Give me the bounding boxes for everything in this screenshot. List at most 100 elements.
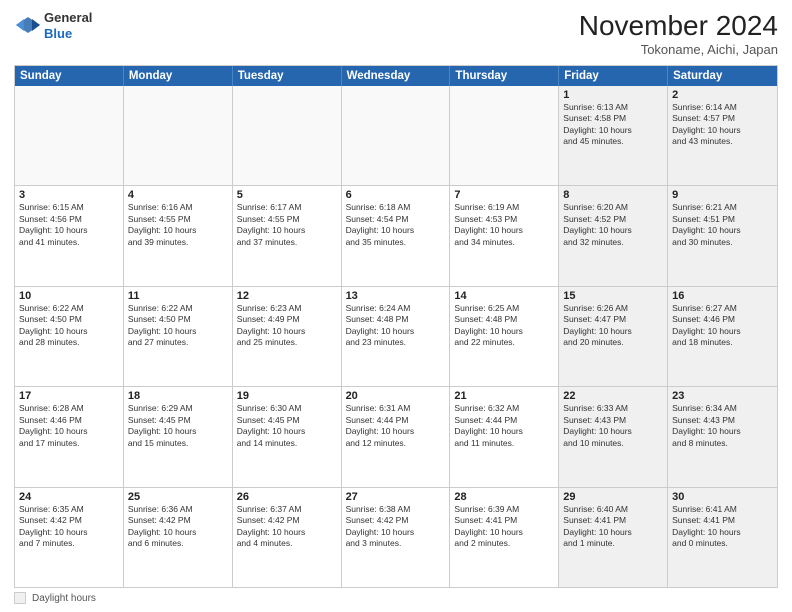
cell-info: Sunrise: 6:37 AM Sunset: 4:42 PM Dayligh… [237,504,337,550]
calendar-body: 1Sunrise: 6:13 AM Sunset: 4:58 PM Daylig… [15,86,777,587]
cal-cell: 8Sunrise: 6:20 AM Sunset: 4:52 PM Daylig… [559,186,668,285]
day-number: 11 [128,290,228,302]
cal-cell: 11Sunrise: 6:22 AM Sunset: 4:50 PM Dayli… [124,287,233,386]
cell-info: Sunrise: 6:38 AM Sunset: 4:42 PM Dayligh… [346,504,446,550]
legend-label: Daylight hours [32,593,96,604]
location: Tokoname, Aichi, Japan [579,42,778,57]
day-number: 5 [237,189,337,201]
cal-cell [124,86,233,185]
day-number: 9 [672,189,773,201]
cell-info: Sunrise: 6:28 AM Sunset: 4:46 PM Dayligh… [19,403,119,449]
week-row-4: 17Sunrise: 6:28 AM Sunset: 4:46 PM Dayli… [15,387,777,487]
day-of-week-tuesday: Tuesday [233,66,342,86]
day-of-week-monday: Monday [124,66,233,86]
cal-cell [450,86,559,185]
cell-info: Sunrise: 6:26 AM Sunset: 4:47 PM Dayligh… [563,303,663,349]
day-number: 25 [128,491,228,503]
day-number: 13 [346,290,446,302]
cal-cell: 29Sunrise: 6:40 AM Sunset: 4:41 PM Dayli… [559,488,668,587]
cell-info: Sunrise: 6:40 AM Sunset: 4:41 PM Dayligh… [563,504,663,550]
cell-info: Sunrise: 6:31 AM Sunset: 4:44 PM Dayligh… [346,403,446,449]
day-number: 28 [454,491,554,503]
day-number: 1 [563,89,663,101]
cal-cell: 16Sunrise: 6:27 AM Sunset: 4:46 PM Dayli… [668,287,777,386]
cell-info: Sunrise: 6:16 AM Sunset: 4:55 PM Dayligh… [128,202,228,248]
day-number: 27 [346,491,446,503]
cal-cell: 14Sunrise: 6:25 AM Sunset: 4:48 PM Dayli… [450,287,559,386]
cal-cell: 9Sunrise: 6:21 AM Sunset: 4:51 PM Daylig… [668,186,777,285]
cal-cell: 26Sunrise: 6:37 AM Sunset: 4:42 PM Dayli… [233,488,342,587]
cal-cell: 18Sunrise: 6:29 AM Sunset: 4:45 PM Dayli… [124,387,233,486]
day-number: 20 [346,390,446,402]
day-number: 29 [563,491,663,503]
cal-cell: 20Sunrise: 6:31 AM Sunset: 4:44 PM Dayli… [342,387,451,486]
page-container: General Blue November 2024 Tokoname, Aic… [0,0,792,612]
day-number: 16 [672,290,773,302]
logo-general: General [44,10,92,26]
cal-cell: 15Sunrise: 6:26 AM Sunset: 4:47 PM Dayli… [559,287,668,386]
cal-cell: 22Sunrise: 6:33 AM Sunset: 4:43 PM Dayli… [559,387,668,486]
week-row-3: 10 Sunrise: 6:22 AM Sunset: 4:50 PM Dayli… [15,287,777,387]
cal-cell: 3Sunrise: 6:15 AM Sunset: 4:56 PM Daylig… [15,186,124,285]
cal-cell: 6Sunrise: 6:18 AM Sunset: 4:54 PM Daylig… [342,186,451,285]
day-of-week-friday: Friday [559,66,668,86]
cell-info: Sunrise: 6:21 AM Sunset: 4:51 PM Dayligh… [672,202,773,248]
title-area: November 2024 Tokoname, Aichi, Japan [579,10,778,57]
day-number: 26 [237,491,337,503]
cal-cell: 17Sunrise: 6:28 AM Sunset: 4:46 PM Dayli… [15,387,124,486]
cell-info: Sunrise: 6:15 AM Sunset: 4:56 PM Dayligh… [19,202,119,248]
day-number: 8 [563,189,663,201]
cal-cell: 7Sunrise: 6:19 AM Sunset: 4:53 PM Daylig… [450,186,559,285]
day-number: 30 [672,491,773,503]
cell-info: Sunrise: 6:25 AM Sunset: 4:48 PM Dayligh… [454,303,554,349]
cal-cell: 23Sunrise: 6:34 AM Sunset: 4:43 PM Dayli… [668,387,777,486]
cal-cell: 25Sunrise: 6:36 AM Sunset: 4:42 PM Dayli… [124,488,233,587]
day-number: 21 [454,390,554,402]
cell-info: Sunrise: 6:24 AM Sunset: 4:48 PM Dayligh… [346,303,446,349]
cell-info: Sunrise: 6:36 AM Sunset: 4:42 PM Dayligh… [128,504,228,550]
day-of-week-thursday: Thursday [450,66,559,86]
legend-box [14,592,26,604]
calendar-header: SundayMondayTuesdayWednesdayThursdayFrid… [15,66,777,86]
week-row-1: 1Sunrise: 6:13 AM Sunset: 4:58 PM Daylig… [15,86,777,186]
week-row-2: 3Sunrise: 6:15 AM Sunset: 4:56 PM Daylig… [15,186,777,286]
cell-info: Sunrise: 6:32 AM Sunset: 4:44 PM Dayligh… [454,403,554,449]
day-number: 3 [19,189,119,201]
day-number: 17 [19,390,119,402]
day-number: 10 [19,290,119,302]
day-of-week-wednesday: Wednesday [342,66,451,86]
cell-info: Sunrise: 6:19 AM Sunset: 4:53 PM Dayligh… [454,202,554,248]
cell-info: Sunrise: 6:30 AM Sunset: 4:45 PM Dayligh… [237,403,337,449]
logo-blue: Blue [44,26,92,42]
cal-cell: 4Sunrise: 6:16 AM Sunset: 4:55 PM Daylig… [124,186,233,285]
cell-info: Sunrise: 6:33 AM Sunset: 4:43 PM Dayligh… [563,403,663,449]
cell-info: Sunrise: 6:23 AM Sunset: 4:49 PM Dayligh… [237,303,337,349]
cell-info: Sunrise: 6:41 AM Sunset: 4:41 PM Dayligh… [672,504,773,550]
week-row-5: 24Sunrise: 6:35 AM Sunset: 4:42 PM Dayli… [15,488,777,587]
cell-info: Sunrise: 6:18 AM Sunset: 4:54 PM Dayligh… [346,202,446,248]
cell-info: Sunrise: 6:17 AM Sunset: 4:55 PM Dayligh… [237,202,337,248]
cal-cell: 24Sunrise: 6:35 AM Sunset: 4:42 PM Dayli… [15,488,124,587]
cell-info: Sunrise: 6:29 AM Sunset: 4:45 PM Dayligh… [128,403,228,449]
cell-info: Sunrise: 6:22 AM Sunset: 4:50 PM Dayligh… [128,303,228,349]
day-number: 2 [672,89,773,101]
day-number: 12 [237,290,337,302]
day-number: 24 [19,491,119,503]
cal-cell: 21Sunrise: 6:32 AM Sunset: 4:44 PM Dayli… [450,387,559,486]
cell-info: Sunrise: 6:14 AM Sunset: 4:57 PM Dayligh… [672,102,773,148]
cal-cell: 12Sunrise: 6:23 AM Sunset: 4:49 PM Dayli… [233,287,342,386]
cal-cell: 30Sunrise: 6:41 AM Sunset: 4:41 PM Dayli… [668,488,777,587]
cal-cell [15,86,124,185]
cal-cell: 5Sunrise: 6:17 AM Sunset: 4:55 PM Daylig… [233,186,342,285]
cal-cell: 2Sunrise: 6:14 AM Sunset: 4:57 PM Daylig… [668,86,777,185]
day-number: 19 [237,390,337,402]
day-of-week-sunday: Sunday [15,66,124,86]
day-number: 22 [563,390,663,402]
cell-info: Sunrise: 6:39 AM Sunset: 4:41 PM Dayligh… [454,504,554,550]
day-number: 23 [672,390,773,402]
day-number: 15 [563,290,663,302]
day-number: 4 [128,189,228,201]
day-number: 6 [346,189,446,201]
day-number: 18 [128,390,228,402]
cell-info: Sunrise: 6:20 AM Sunset: 4:52 PM Dayligh… [563,202,663,248]
